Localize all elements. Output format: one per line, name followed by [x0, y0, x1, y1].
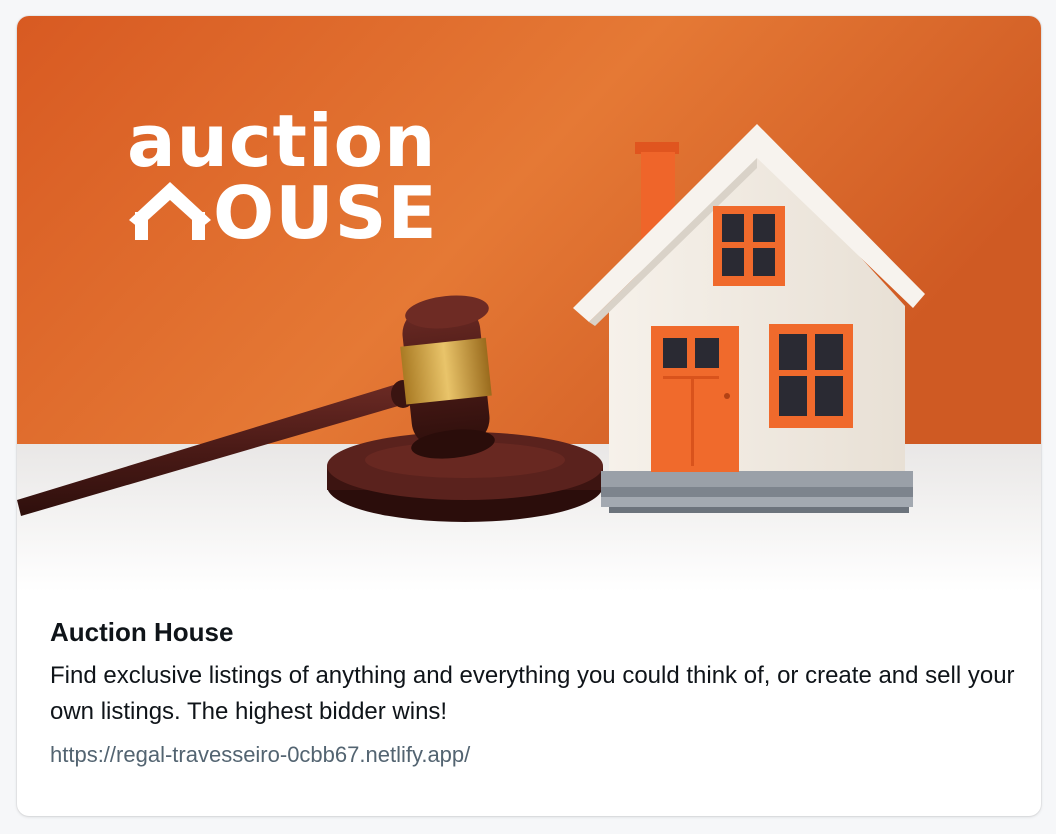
logo-text-bottom: OUSE	[213, 171, 438, 255]
card-url-link[interactable]: https://regal-travesseiro-0cbb67.netlify…	[50, 740, 1020, 770]
link-preview-card[interactable]: auction OUSE Auction House Find exclusiv…	[17, 16, 1041, 816]
house-steps	[601, 471, 913, 513]
hero-image: auction OUSE	[17, 16, 1041, 592]
card-title[interactable]: Auction House	[50, 616, 1020, 648]
card-description: Find exclusive listings of anything and …	[50, 662, 1015, 725]
card-body: Auction House Find exclusive listings of…	[50, 616, 1020, 770]
